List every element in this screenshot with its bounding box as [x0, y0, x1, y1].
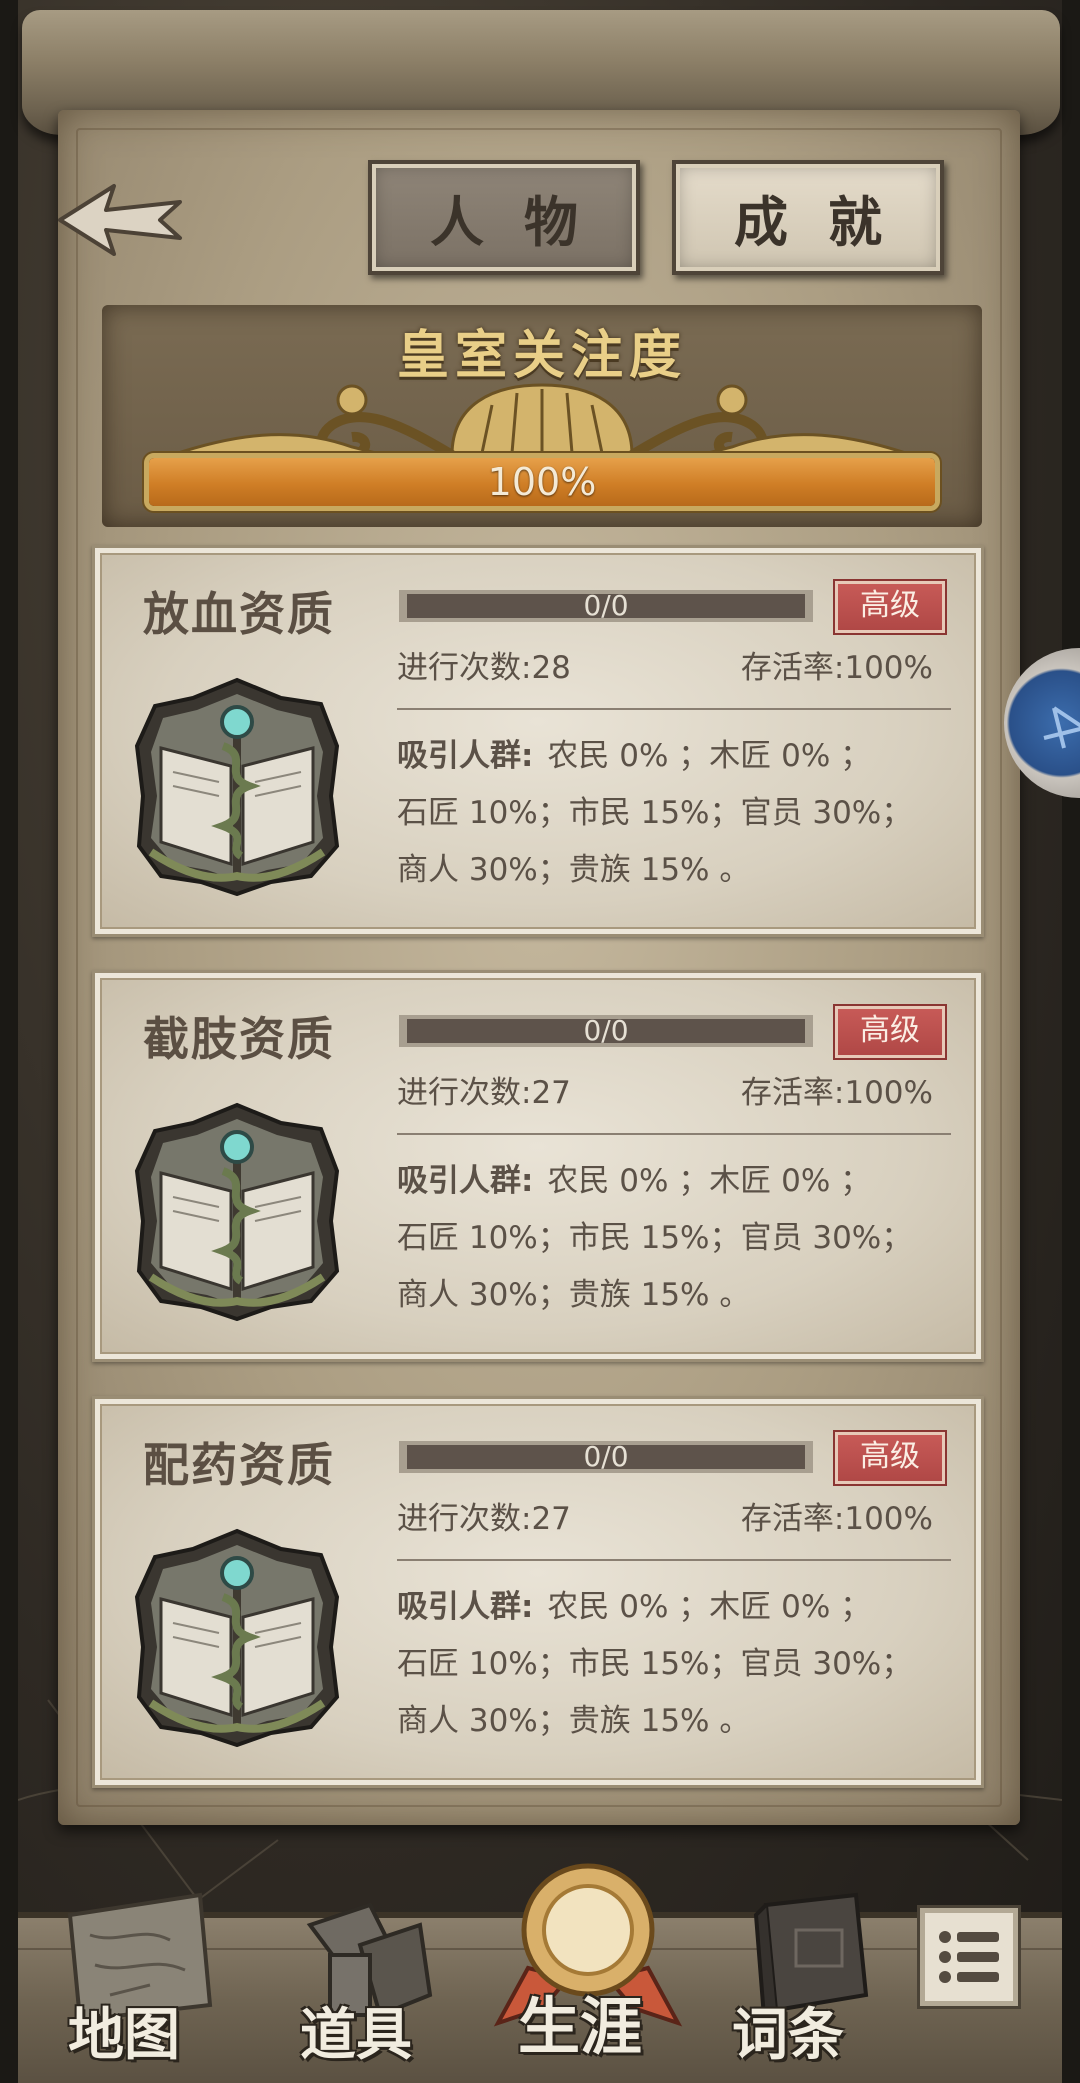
- tab-achievements[interactable]: 成就: [672, 160, 944, 275]
- royal-attention-bar: 100%: [144, 453, 940, 511]
- book-staff-emblem-icon: [134, 677, 340, 896]
- gold-ornament-icon: [171, 383, 913, 461]
- performed-count: 进行次数:27: [397, 1501, 571, 1537]
- skill-name: 放血资质: [143, 587, 335, 641]
- skill-card-medicine: 配药资质 0/0 高级 进行次数:27 存活率:100% 吸引人群: 农民 0% …: [92, 1396, 984, 1788]
- nav-career[interactable]: 生涯: [488, 1858, 688, 2083]
- skill-progress-value: 0/0: [583, 1440, 629, 1473]
- skill-card-amputation: 截肢资质 0/0 高级 进行次数:27 存活率:100% 吸引人群: 农民 0% …: [92, 970, 984, 1362]
- skill-name: 截肢资质: [143, 1012, 335, 1066]
- attracted-groups-line: 石匠 10%；市民 15%；官员 30%；: [397, 1220, 913, 1256]
- attracted-groups-line: 农民 0% ；木匠 0% ；: [547, 738, 872, 774]
- survival-rate: 存活率:100%: [740, 1501, 933, 1537]
- attracted-groups-line: 石匠 10%；市民 15%；官员 30%；: [397, 1646, 913, 1682]
- attracted-groups-label: 吸引人群:: [397, 1589, 534, 1625]
- grade-badge[interactable]: 高级: [835, 1432, 945, 1484]
- performed-count: 进行次数:27: [397, 1075, 571, 1111]
- attracted-groups-line: 农民 0% ；木匠 0% ；: [547, 1163, 872, 1199]
- list-menu-button[interactable]: [920, 1908, 1018, 2006]
- back-arrow-icon: [58, 184, 182, 256]
- skill-progress-bar: 0/0: [399, 590, 813, 622]
- book-staff-emblem-icon: [134, 1102, 340, 1321]
- tab-character[interactable]: 人物: [368, 160, 640, 275]
- nav-entries[interactable]: 词条: [726, 1885, 886, 2075]
- nav-label: 道具: [300, 2002, 412, 2068]
- attracted-groups: 吸引人群: 农民 0% ；木匠 0% ； 石匠 10%；市民 15%；官员 30%…: [397, 1153, 957, 1324]
- divider: [397, 1133, 951, 1135]
- nav-items[interactable]: 道具: [280, 1885, 440, 2075]
- skill-progress-value: 0/0: [583, 589, 629, 622]
- attracted-groups-label: 吸引人群:: [397, 738, 534, 774]
- attracted-groups-label: 吸引人群:: [397, 1163, 534, 1199]
- grade-badge[interactable]: 高级: [835, 1006, 945, 1058]
- book-staff-emblem-icon: [134, 1528, 340, 1747]
- grade-badge[interactable]: 高级: [835, 581, 945, 633]
- skill-name: 配药资质: [143, 1438, 335, 1492]
- performed-count: 进行次数:28: [397, 650, 571, 686]
- skill-card-bloodletting: 放血资质 0/0 高级 进行次数:28 存活率:100% 吸引人群: 农民 0% …: [92, 545, 984, 937]
- royal-attention-panel: 皇室关注度 100%: [102, 305, 982, 527]
- attracted-groups-line: 农民 0% ；木匠 0% ；: [547, 1589, 872, 1625]
- back-button[interactable]: [56, 180, 186, 260]
- skill-progress-bar: 0/0: [399, 1015, 813, 1047]
- nav-label: 词条: [732, 2002, 844, 2068]
- attracted-groups: 吸引人群: 农民 0% ；木匠 0% ； 石匠 10%；市民 15%；官员 30%…: [397, 1579, 957, 1750]
- attracted-groups-line: 商人 30%；贵族 15% 。: [397, 1703, 751, 1739]
- attracted-groups-line: 石匠 10%；市民 15%；官员 30%；: [397, 795, 913, 831]
- survival-rate: 存活率:100%: [740, 1075, 933, 1111]
- attracted-groups-line: 商人 30%；贵族 15% 。: [397, 852, 751, 888]
- nav-label: 生涯: [518, 1990, 643, 2063]
- skill-progress-bar: 0/0: [399, 1441, 813, 1473]
- royal-attention-value: 100%: [487, 460, 597, 504]
- nav-map[interactable]: 地图: [50, 1885, 220, 2075]
- survival-rate: 存活率:100%: [740, 650, 933, 686]
- divider: [397, 1559, 951, 1561]
- nav-label: 地图: [68, 2002, 180, 2068]
- divider: [397, 708, 951, 710]
- compass-icon: [1043, 706, 1080, 749]
- skill-progress-value: 0/0: [583, 1014, 629, 1047]
- attracted-groups: 吸引人群: 农民 0% ；木匠 0% ； 石匠 10%；市民 15%；官员 30%…: [397, 728, 957, 899]
- side-float-button[interactable]: [1004, 648, 1080, 798]
- list-menu-icon: [939, 1931, 999, 1983]
- attracted-groups-line: 商人 30%；贵族 15% 。: [397, 1277, 751, 1313]
